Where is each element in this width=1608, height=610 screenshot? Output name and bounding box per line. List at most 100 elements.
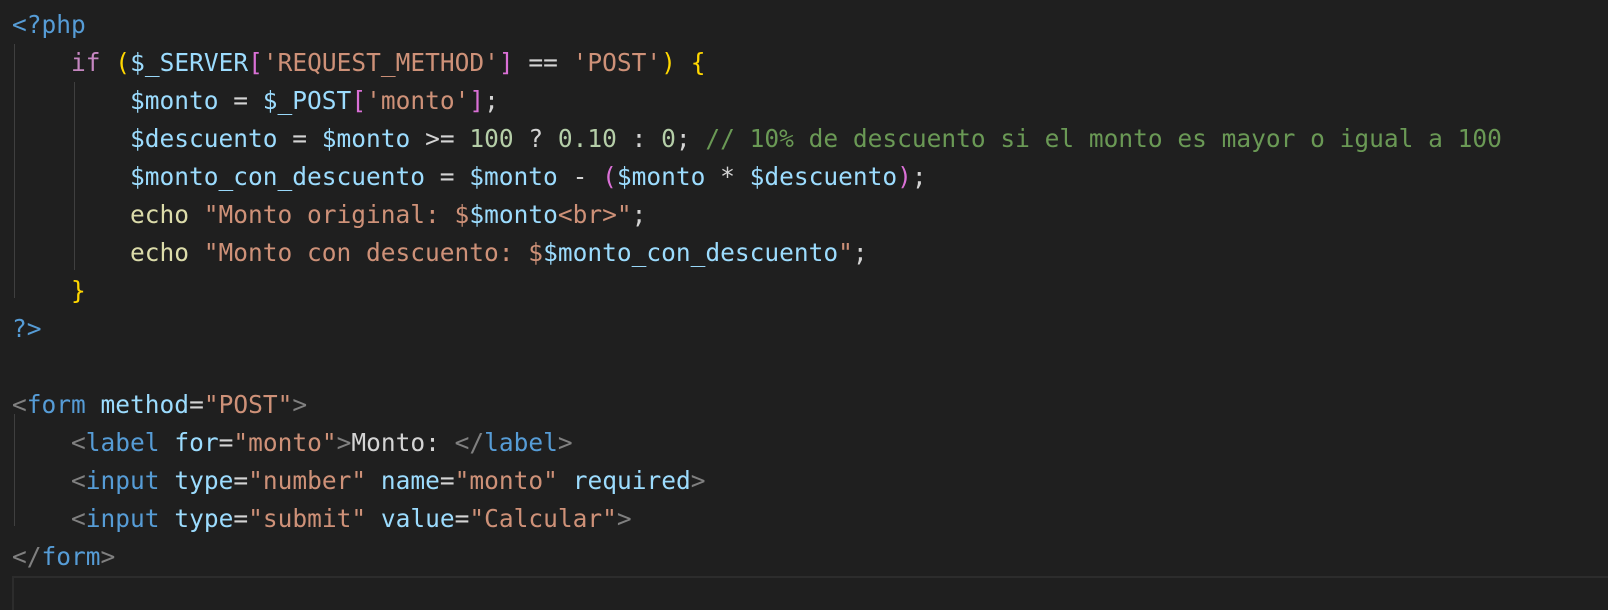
code-token: echo (130, 200, 190, 229)
code-token: * (705, 162, 750, 191)
code-token: } (71, 276, 86, 305)
code-token: : (616, 124, 662, 153)
code-token: "number" (248, 466, 367, 495)
code-token: " (838, 238, 853, 267)
code-token: if (71, 48, 101, 77)
code-token: </ (12, 542, 42, 571)
code-token: $monto (616, 162, 706, 191)
code-area[interactable]: <?php if ($_SERVER['REQUEST_METHOD'] == … (12, 6, 1608, 610)
code-line[interactable]: if ($_SERVER['REQUEST_METHOD'] == 'POST'… (12, 44, 1608, 82)
code-token: > (336, 428, 352, 457)
code-token: Monto: (351, 428, 455, 457)
code-token: < (71, 428, 86, 457)
code-line[interactable]: $monto = $_POST['monto']; (12, 82, 1608, 120)
code-token: - (557, 162, 603, 191)
code-line[interactable]: </form> (12, 538, 1608, 576)
code-line[interactable]: <?php (12, 6, 1608, 44)
code-token: "POST" (203, 390, 293, 419)
code-token: $_SERVER (130, 48, 249, 77)
code-token: $monto (321, 124, 411, 153)
code-line[interactable]: <form method="POST"> (12, 386, 1608, 424)
code-token: "Calcular" (469, 504, 617, 533)
code-token: ] (498, 48, 514, 77)
code-token: label (484, 428, 558, 457)
code-token: ? (513, 124, 558, 153)
code-token: type (174, 504, 234, 533)
code-line[interactable] (12, 576, 1608, 610)
code-token: = (454, 504, 470, 533)
code-line[interactable]: <input type="number" name="monto" requir… (12, 462, 1608, 500)
code-token: == (513, 48, 573, 77)
code-token: = (233, 504, 249, 533)
code-token: 'REQUEST_METHOD' (262, 48, 499, 77)
code-editor[interactable]: <?php if ($_SERVER['REQUEST_METHOD'] == … (0, 0, 1608, 610)
code-token: > (616, 504, 632, 533)
code-token: label (85, 428, 160, 457)
code-token: $monto (469, 200, 558, 229)
code-token: = (218, 428, 234, 457)
code-line[interactable]: $descuento = $monto >= 100 ? 0.10 : 0; /… (12, 120, 1608, 158)
code-token: = (189, 390, 204, 419)
code-line[interactable]: echo "Monto con descuento: $$monto_con_d… (12, 234, 1608, 272)
code-token: < (71, 466, 86, 495)
code-token: 100 (469, 124, 514, 153)
code-token: $monto_con_descuento (543, 238, 839, 267)
code-line[interactable] (12, 348, 1608, 386)
code-token: ( (115, 48, 131, 77)
code-token: <?php (12, 10, 86, 39)
code-token: > (292, 390, 308, 419)
code-token: value (380, 504, 455, 533)
code-token: [ (248, 48, 263, 77)
code-token: $descuento (749, 162, 898, 191)
code-token: = (439, 466, 455, 495)
code-token: 0.10 (557, 124, 617, 153)
code-token: ; (675, 124, 706, 153)
code-token: = (277, 124, 322, 153)
code-token: ] (469, 86, 485, 115)
code-token: { (690, 48, 706, 77)
code-line[interactable]: } (12, 272, 1608, 310)
code-token: // 10% de descuento si el monto es mayor… (705, 124, 1502, 153)
code-line[interactable]: $monto_con_descuento = $monto - ($monto … (12, 158, 1608, 196)
code-token: ; (631, 200, 647, 229)
code-token: = (218, 86, 263, 115)
code-token: > (100, 542, 116, 571)
code-token: $_POST (262, 86, 352, 115)
code-line[interactable]: <input type="submit" value="Calcular"> (12, 500, 1608, 538)
code-line[interactable]: ?> (12, 310, 1608, 348)
code-token: ; (484, 86, 499, 115)
code-token: type (174, 466, 234, 495)
code-token: <br>" (557, 200, 632, 229)
code-token: > (557, 428, 573, 457)
code-token: < (12, 390, 27, 419)
code-token: = (425, 162, 470, 191)
code-line[interactable]: <label for="monto">Monto: </label> (12, 424, 1608, 462)
code-token: ?> (12, 314, 42, 343)
code-token: echo (130, 238, 190, 267)
code-token: "Monto con descuento: $ (203, 238, 544, 267)
code-token: $monto (130, 86, 219, 115)
code-line[interactable]: echo "Monto original: $$monto<br>"; (12, 196, 1608, 234)
code-token: >= (410, 124, 470, 153)
code-token: for (174, 428, 219, 457)
code-token: required (572, 466, 691, 495)
code-token: "Monto original: $ (203, 200, 470, 229)
code-token: name (380, 466, 440, 495)
code-token: < (71, 504, 86, 533)
code-token: ) (661, 48, 676, 77)
